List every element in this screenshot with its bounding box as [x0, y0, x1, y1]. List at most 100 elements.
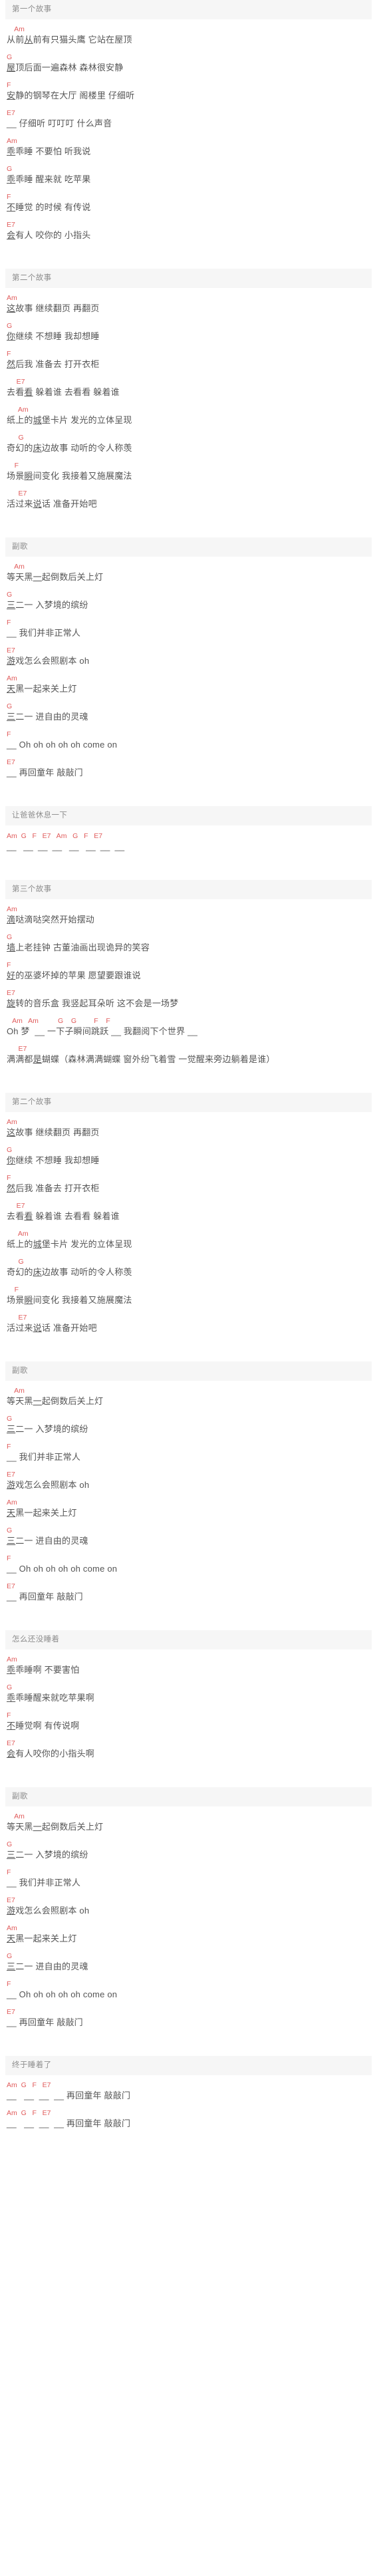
lyric-line: F __ 我们并非正常人 — [7, 1443, 377, 1463]
lyric-row: 这故事 继续翻页 再翻页 — [7, 1127, 100, 1137]
chord-row: E7 — [7, 1045, 27, 1053]
lyric-line: F 场景瞬间变化 我接着又施展魔法 — [7, 462, 377, 482]
chord-position-marker: 床 — [33, 443, 42, 453]
lyric-line: F 安静的钢琴在大厅 阁楼里 仔细听 — [7, 81, 377, 101]
chord-row: G — [7, 165, 13, 173]
chord-row: G — [7, 933, 13, 941]
lyric-row: 场景瞬间变化 我接着又施展魔法 — [7, 1295, 132, 1305]
lyric-line: F __ 我们并非正常人 — [7, 619, 377, 639]
chord-row: E7 — [7, 490, 27, 498]
lyric-row: __ 我们并非正常人 — [7, 1452, 81, 1462]
lyric-line: G 三二一 入梦境的缤纷 — [7, 591, 377, 611]
chord-position-marker: 不 — [7, 1721, 16, 1731]
lyric-line: E7 会有人咬你的小指头啊 — [7, 1739, 377, 1759]
lyric-line: Am 乖乖睡 不要怕 听我说 — [7, 137, 377, 157]
chord-position-marker: 说 — [33, 499, 42, 509]
lyric-row: 三二一 入梦境的缤纷 — [7, 1424, 88, 1434]
lyric-line: Am 从前从前有只猫头鹰 它站在屋顶 — [7, 25, 377, 45]
chord-position-marker: 城 — [33, 1239, 42, 1249]
lyric-row: 去看看 躲着谁 去看看 躲着谁 — [7, 387, 120, 397]
lyric-line: Am G F E7 __ __ __ __ 再回童年 敲敲门 — [7, 2081, 377, 2101]
section-lines: Am G F E7 Am G F E7 __ __ __ __ __ __ __ … — [0, 831, 377, 867]
lyric-line: G 三二一 进自由的灵魂 — [7, 1526, 377, 1546]
chord-row: F — [7, 1554, 11, 1562]
chord-row: E7 — [7, 646, 15, 654]
section-title: 怎么还没睡着 — [5, 1630, 372, 1649]
chord-row: E7 — [7, 378, 25, 386]
lyric-line: G 奇幻的床边故事 动听的令人称羡 — [7, 434, 377, 454]
lyric-row: 会有人 咬你的 小指头 — [7, 230, 91, 240]
lyric-row: 乖乖睡 醒来就 吃苹果 — [7, 174, 91, 184]
chord-position-marker: 屋 — [7, 63, 16, 72]
chord-row: F — [7, 1286, 19, 1294]
lyric-line: G 乖乖睡 醒来就 吃苹果 — [7, 165, 377, 185]
chord-position-marker: 旋 — [7, 998, 16, 1008]
lyric-line: E7 会有人 咬你的 小指头 — [7, 221, 377, 241]
chord-row: F — [7, 350, 11, 358]
section-title: 副歌 — [5, 1787, 372, 1806]
section-title: 第二个故事 — [5, 1093, 372, 1112]
lyric-row: 游戏怎么会照剧本 oh — [7, 1906, 90, 1916]
chord-position-marker: 三 — [7, 600, 16, 610]
chord-row: F — [7, 193, 11, 201]
lyric-line: Am 等天黑一起倒数后关上灯 — [7, 1387, 377, 1407]
chord-position-marker: 看 — [24, 387, 33, 397]
chord-row: Am — [7, 1230, 29, 1238]
lyric-row: 不睡觉啊 有传说啊 — [7, 1721, 80, 1731]
chord-position-marker: 三 — [7, 1961, 16, 1971]
song-section: 终于睡着了 Am G F E7 __ __ __ __ 再回童年 敲敲门 Am G F… — [0, 2056, 377, 2144]
chord-position-marker: 一 — [33, 1822, 42, 1832]
lyric-line: G 你继续 不想睡 我却想睡 — [7, 1146, 377, 1166]
lyric-row: 旋转的音乐盒 我竖起耳朵听 这不会是一场梦 — [7, 998, 179, 1008]
chord-sheet: 第一个故事 Am 从前从前有只猫头鹰 它站在屋顶 G 屋顶后面一遍森林 森林很安静 F 安… — [0, 0, 377, 2158]
lyric-line: Am 等天黑一起倒数后关上灯 — [7, 563, 377, 583]
chord-position-marker: 三 — [7, 1850, 16, 1860]
lyric-line: Am 天黑一起来关上灯 — [7, 1499, 377, 1518]
song-section: 副歌 Am 等天黑一起倒数后关上灯 G 三二一 入梦境的缤纷 F __ 我们并非正常人 E7… — [0, 537, 377, 793]
chord-row: E7 — [7, 1471, 15, 1479]
song-section: 第一个故事 Am 从前从前有只猫头鹰 它站在屋顶 G 屋顶后面一遍森林 森林很安静 F 安… — [0, 0, 377, 255]
lyric-line: Am 滴哒滴哒突然开始摆动 — [7, 905, 377, 925]
lyric-row: 纸上的城堡卡片 发光的立体呈现 — [7, 415, 132, 425]
chord-row: Am — [7, 563, 25, 571]
chord-row: F — [7, 1443, 11, 1451]
chord-row: G — [7, 702, 13, 710]
chord-row: Am — [7, 1499, 17, 1506]
section-lines: Am 等天黑一起倒数后关上灯 G 三二一 入梦境的缤纷 F __ 我们并非正常人 E7 游戏怎… — [0, 1812, 377, 2043]
chord-position-marker: 会 — [7, 1749, 16, 1759]
lyric-line: E7 游戏怎么会照剧本 oh — [7, 646, 377, 666]
lyric-row: 天黑一起来关上灯 — [7, 1508, 77, 1518]
lyric-line: E7 __ 仔细听 叮叮叮 什么声音 — [7, 109, 377, 129]
song-section: 怎么还没睡着 Am 乖乖睡啊 不要害怕 G 乖乖睡醒来就吃苹果啊 F 不睡觉啊 有传说啊 E7… — [0, 1630, 377, 1774]
chord-row: F — [7, 619, 11, 627]
instrumental-line: Am G F E7 Am G F E7 __ __ __ __ __ __ __ … — [7, 831, 377, 852]
lyric-line: G 三二一 入梦境的缤纷 — [7, 1415, 377, 1435]
chord-position-marker: 滴 — [7, 915, 16, 925]
section-lines: Am 这故事 继续翻页 再翻页 G 你继续 不想睡 我却想睡 F 然后我 准备去 打开衣柜… — [0, 294, 377, 524]
chord-position-marker: 是 — [33, 1054, 42, 1064]
lyric-row: 好的巫婆坏掉的苹果 愿望要跟谁说 — [7, 970, 141, 980]
lyric-line: Am G F E7 __ __ __ __ 再回童年 敲敲门 — [7, 2109, 377, 2129]
lyric-line: E7 活过来说话 准备开始吧 — [7, 490, 377, 509]
chord-position-marker: 说 — [33, 1323, 42, 1333]
chord-position-marker: 瞬 — [24, 1295, 33, 1305]
chord-position-marker: 三 — [7, 1424, 16, 1434]
chord-row: G — [7, 1415, 13, 1423]
chord-row: E7 — [7, 221, 15, 229]
chord-row: F — [7, 1711, 11, 1719]
chord-row: E7 — [7, 1896, 15, 1904]
chord-row: F — [7, 1868, 11, 1876]
lyric-line: G 三二一 入梦境的缤纷 — [7, 1840, 377, 1860]
lyric-row: 从前从前有只猫头鹰 它站在屋顶 — [7, 35, 132, 45]
chord-position-marker: 瞬 — [24, 471, 33, 481]
chord-row: E7 — [7, 1739, 15, 1747]
lyric-line: E7 __ 再回童年 敲敲门 — [7, 758, 377, 778]
chord-row: Am G F E7 — [7, 2081, 51, 2089]
chord-position-marker: 乖 — [7, 146, 16, 156]
lyric-row: 然后我 准备去 打开衣柜 — [7, 1183, 100, 1193]
chord-position-marker: 你 — [7, 1155, 16, 1165]
chord-position-marker: 不 — [7, 202, 16, 212]
chord-position-marker: 三 — [7, 1536, 16, 1546]
song-section: 副歌 Am 等天黑一起倒数后关上灯 G 三二一 入梦境的缤纷 F __ 我们并非正常人 E7… — [0, 1787, 377, 2043]
lyric-row: 天黑一起来关上灯 — [7, 1933, 77, 1943]
